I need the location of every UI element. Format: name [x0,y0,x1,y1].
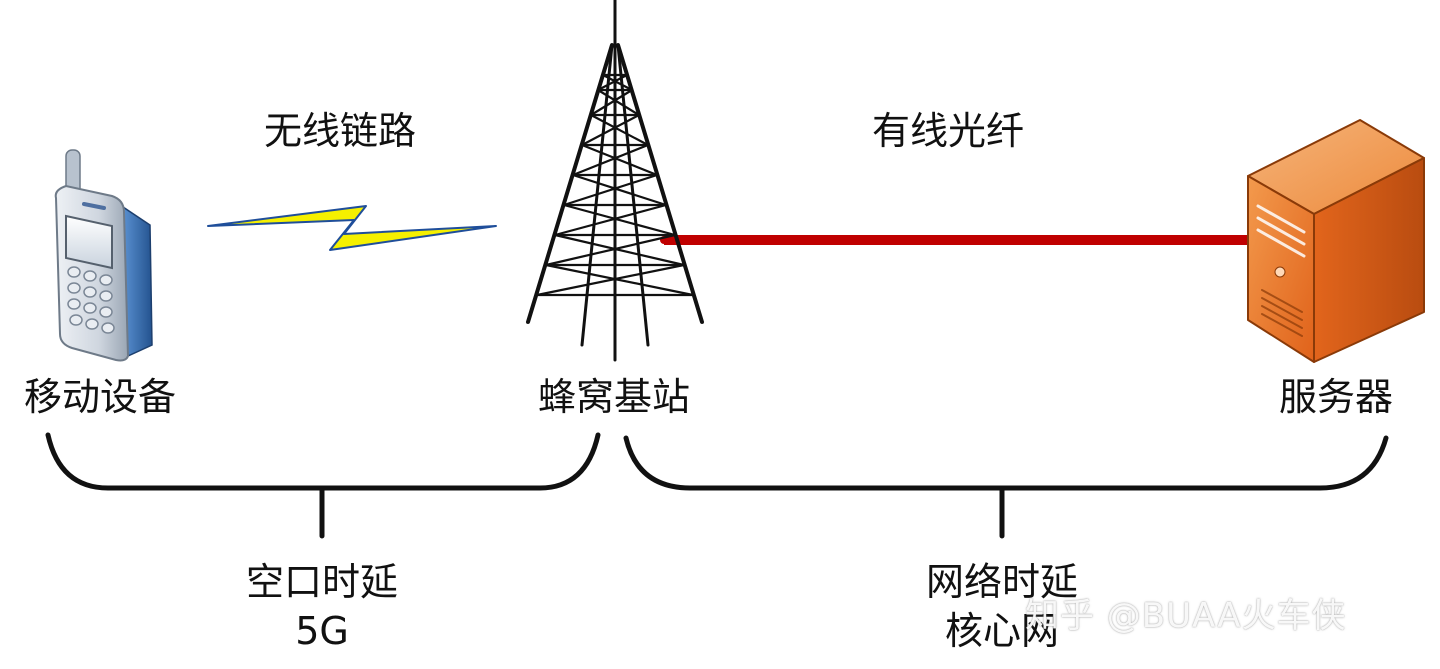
cell-tower-label: 蜂窝基站 [537,375,691,419]
air-latency-label: 空口时延 [245,560,399,604]
watermark-text: 知乎 @BUAA火车侠 [1025,596,1347,636]
cell-tower-icon [526,0,704,362]
mobile-phone-icon [54,149,153,362]
server-icon [1247,119,1425,363]
air-latency-brace [45,432,601,539]
network-latency-brace [623,435,1389,539]
wireless-link-label: 无线链路 [263,109,417,153]
server-label: 服务器 [1278,375,1394,419]
mobile-device-label: 移动设备 [23,375,177,419]
wired-fiber-label: 有线光纤 [871,109,1025,153]
diagram-canvas [45,0,1425,539]
lightning-bolt-icon [207,205,497,251]
air-tech-label: 5G [295,609,349,653]
